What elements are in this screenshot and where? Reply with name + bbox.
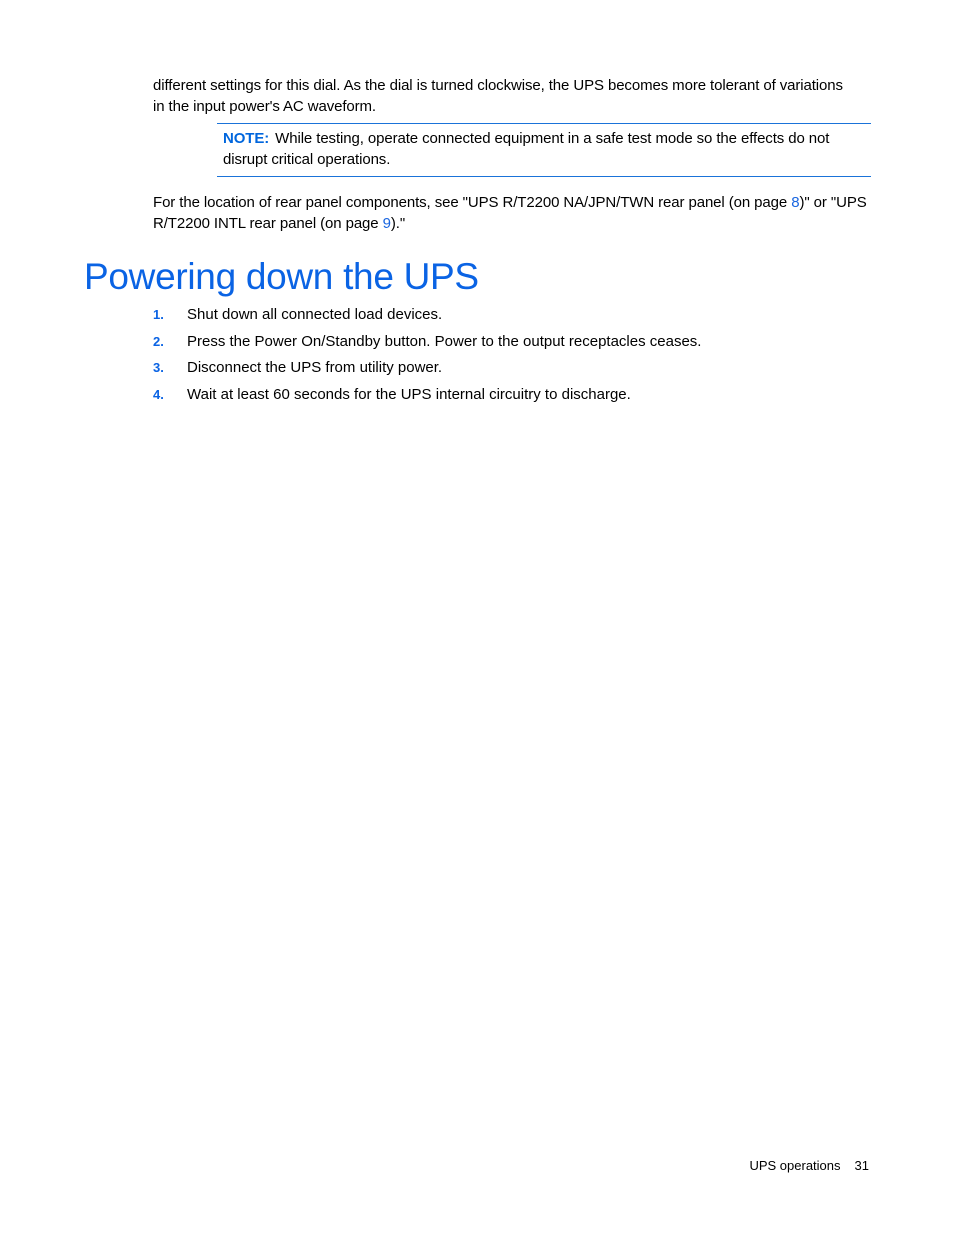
- step-text: Shut down all connected load devices.: [187, 306, 443, 323]
- footer-section: UPS operations: [749, 1158, 841, 1173]
- rear-panel-text-3: ).": [390, 215, 406, 232]
- step-text: Disconnect the UPS from utility power.: [187, 359, 443, 377]
- note-content: NOTE: While testing, operate connected eq…: [223, 128, 863, 170]
- section-heading: Powering down the UPS: [84, 256, 479, 297]
- intro-paragraph: different settings for this dial. As the…: [153, 75, 873, 117]
- intro-line-2: in the input power's AC waveform.: [153, 98, 377, 115]
- rear-panel-paragraph: For the location of rear panel component…: [153, 192, 873, 234]
- rear-panel-text-1: For the location of rear panel component…: [153, 194, 792, 211]
- step-number: 4.: [153, 387, 164, 403]
- page-number: 31: [854, 1158, 869, 1173]
- note-text: While testing, operate connected equipme…: [223, 130, 830, 168]
- step-number: 3.: [153, 360, 164, 376]
- note-box: NOTE: While testing, operate connected eq…: [217, 123, 871, 177]
- step-text: Press the Power On/Standby button. Power…: [187, 332, 702, 350]
- page-footer: UPS operations 31: [749, 1158, 869, 1173]
- note-label: NOTE:: [223, 130, 270, 147]
- step-number: 2.: [153, 333, 164, 349]
- intro-line-1: different settings for this dial. As the…: [153, 77, 843, 94]
- step-number: 1.: [153, 307, 164, 322]
- step-text: Wait at least 60 seconds for the UPS int…: [187, 386, 631, 404]
- page-9-link[interactable]: 9: [383, 215, 391, 232]
